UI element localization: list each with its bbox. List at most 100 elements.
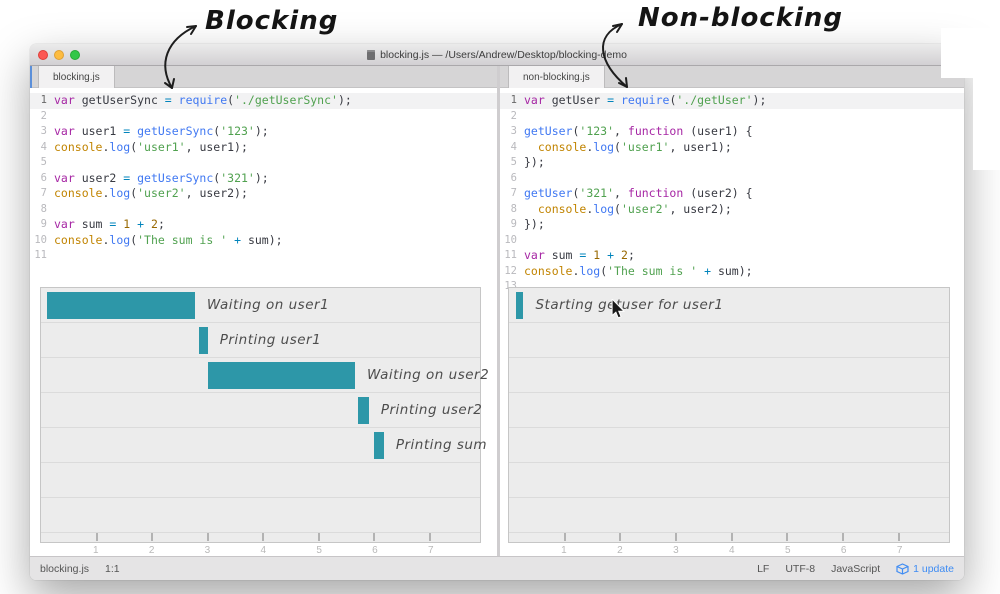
code-text: getUser('123', function (user1) { bbox=[524, 124, 753, 138]
line-number: 4 bbox=[40, 140, 47, 153]
line-number: 6 bbox=[40, 171, 47, 184]
window-title-text: blocking.js — /Users/Andrew/Desktop/bloc… bbox=[380, 48, 627, 61]
code-line[interactable]: 12 console.log('The sum is ' + sum); bbox=[500, 264, 964, 280]
screenshot-stage: Blocking Non-blocking blocking.js — /Use… bbox=[0, 0, 1000, 594]
code-text: var getUser = require('./getUser'); bbox=[524, 93, 767, 107]
code-line[interactable]: 4 console.log('user1', user1); bbox=[30, 140, 497, 156]
axis-tick bbox=[619, 533, 622, 541]
status-cursor-position[interactable]: 1:1 bbox=[105, 563, 120, 575]
tab-blocking-js[interactable]: blocking.js bbox=[38, 66, 115, 88]
line-number: 7 bbox=[510, 187, 517, 199]
code-text: console.log('user2', user2); bbox=[54, 186, 248, 200]
document-icon bbox=[367, 49, 376, 60]
line-number: 6 bbox=[510, 171, 517, 184]
minimize-button[interactable] bbox=[54, 50, 64, 60]
status-line-ending[interactable]: LF bbox=[757, 563, 769, 575]
axis-tick-label: 4 bbox=[260, 545, 267, 556]
mask-patch bbox=[973, 28, 1000, 170]
axis-tick bbox=[428, 533, 431, 541]
code-line[interactable]: 11 bbox=[30, 248, 497, 264]
code-line[interactable]: 11 var sum = 1 + 2; bbox=[500, 248, 964, 264]
code-line[interactable]: 2 bbox=[30, 109, 497, 125]
timeline-bar-label: Printing sum bbox=[395, 437, 488, 453]
line-number: 9 bbox=[510, 218, 517, 230]
code-line[interactable]: 2 bbox=[500, 109, 964, 125]
traffic-lights bbox=[38, 50, 80, 60]
timeline-bar bbox=[198, 327, 208, 354]
line-number: 3 bbox=[510, 125, 517, 137]
code-line[interactable]: 5 bbox=[30, 155, 497, 171]
timeline-row: Printing user1 bbox=[41, 323, 480, 358]
code-line[interactable]: 6 bbox=[500, 171, 964, 187]
update-notification[interactable]: 1 update bbox=[896, 563, 954, 575]
timeline-bar-label: Printing user1 bbox=[219, 332, 322, 348]
line-number: 11 bbox=[504, 249, 517, 261]
axis-tick-label: 2 bbox=[148, 545, 155, 556]
code-line[interactable]: 7 getUser('321', function (user2) { bbox=[500, 186, 964, 202]
axis-tick bbox=[95, 533, 98, 541]
close-button[interactable] bbox=[38, 50, 48, 60]
code-line[interactable]: 9}); bbox=[500, 217, 964, 233]
line-number: 5 bbox=[40, 156, 47, 168]
line-number: 1 bbox=[510, 94, 517, 106]
line-number: 5 bbox=[510, 156, 517, 168]
code-line[interactable]: 10 bbox=[500, 233, 964, 249]
tab-label: blocking.js bbox=[53, 71, 100, 83]
code-text: var getUserSync = require('./getUserSync… bbox=[54, 93, 352, 107]
code-line[interactable]: 7 console.log('user2', user2); bbox=[30, 186, 497, 202]
code-line[interactable]: 3 var user1 = getUserSync('123'); bbox=[30, 124, 497, 140]
line-number: 10 bbox=[504, 233, 517, 246]
code-area: 1 var getUserSync = require('./getUserSyn… bbox=[30, 88, 497, 264]
line-number: 7 bbox=[40, 187, 47, 199]
timeline-axis bbox=[509, 533, 949, 542]
timeline-row bbox=[509, 463, 949, 498]
axis-tick-label: 5 bbox=[316, 545, 322, 556]
line-number: 3 bbox=[40, 125, 47, 137]
update-label: 1 update bbox=[913, 562, 954, 575]
editor-panes: blocking.js 1 var getUserSync = require('… bbox=[30, 66, 964, 556]
axis-tick-label: 6 bbox=[372, 545, 378, 556]
timeline-bar bbox=[207, 362, 355, 389]
axis-tick bbox=[675, 533, 678, 541]
timeline-row bbox=[41, 463, 480, 498]
zoom-button[interactable] bbox=[70, 50, 80, 60]
timeline-row bbox=[509, 428, 949, 463]
axis-tick-label: 3 bbox=[204, 545, 211, 556]
axis-tick-label: 6 bbox=[840, 545, 847, 556]
axis-tick-label: 7 bbox=[427, 545, 434, 556]
status-bar: blocking.js 1:1 LF UTF-8 JavaScript 1 up… bbox=[30, 556, 964, 580]
axis-tick bbox=[563, 533, 566, 541]
code-text: }); bbox=[524, 217, 545, 231]
atom-window: blocking.js — /Users/Andrew/Desktop/bloc… bbox=[30, 44, 964, 580]
code-line[interactable]: 8 console.log('user2', user2); bbox=[500, 202, 964, 218]
timeline-chart-non-blocking: Starting getuser for user1 1 2 3 4 5 6 7 bbox=[508, 287, 950, 556]
code-text: var sum = 1 + 2; bbox=[524, 248, 635, 262]
code-line[interactable]: 6 var user2 = getUserSync('321'); bbox=[30, 171, 497, 187]
code-line[interactable]: 9 var sum = 1 + 2; bbox=[30, 217, 497, 233]
code-text: getUser('321', function (user2) { bbox=[524, 186, 753, 200]
code-text: console.log('The sum is ' + sum); bbox=[54, 232, 283, 247]
code-line[interactable]: 1 var getUser = require('./getUser'); bbox=[500, 93, 964, 109]
timeline-row bbox=[509, 358, 949, 393]
code-line[interactable]: 3 getUser('123', function (user1) { bbox=[500, 124, 964, 140]
editor-non-blocking[interactable]: 1 var getUser = require('./getUser'); 2 3 ge… bbox=[500, 88, 964, 556]
timeline-frame: Starting getuser for user1 bbox=[508, 287, 950, 543]
code-line[interactable]: 10 console.log('The sum is ' + sum); bbox=[30, 233, 497, 249]
tab-non-blocking-js[interactable]: non-blocking.js bbox=[508, 66, 605, 88]
code-line[interactable]: 8 bbox=[30, 202, 497, 218]
status-language[interactable]: JavaScript bbox=[831, 563, 880, 575]
editor-blocking[interactable]: 1 var getUserSync = require('./getUserSyn… bbox=[30, 88, 497, 556]
pane-blocking: blocking.js 1 var getUserSync = require('… bbox=[30, 66, 497, 556]
status-encoding[interactable]: UTF-8 bbox=[785, 563, 815, 575]
code-line[interactable]: 5}); bbox=[500, 155, 964, 171]
code-line[interactable]: 1 var getUserSync = require('./getUserSyn… bbox=[30, 93, 497, 109]
axis-tick bbox=[373, 533, 376, 541]
axis-tick bbox=[317, 533, 320, 541]
code-line[interactable]: 4 console.log('user1', user1); bbox=[500, 140, 964, 156]
axis-tick-label: 7 bbox=[896, 545, 903, 556]
annotation-non-blocking: Non-blocking bbox=[638, 3, 844, 33]
code-text: var user1 = getUserSync('123'); bbox=[54, 124, 269, 138]
axis-tick bbox=[897, 533, 900, 541]
line-number: 8 bbox=[40, 202, 47, 215]
axis-tick bbox=[206, 533, 209, 541]
